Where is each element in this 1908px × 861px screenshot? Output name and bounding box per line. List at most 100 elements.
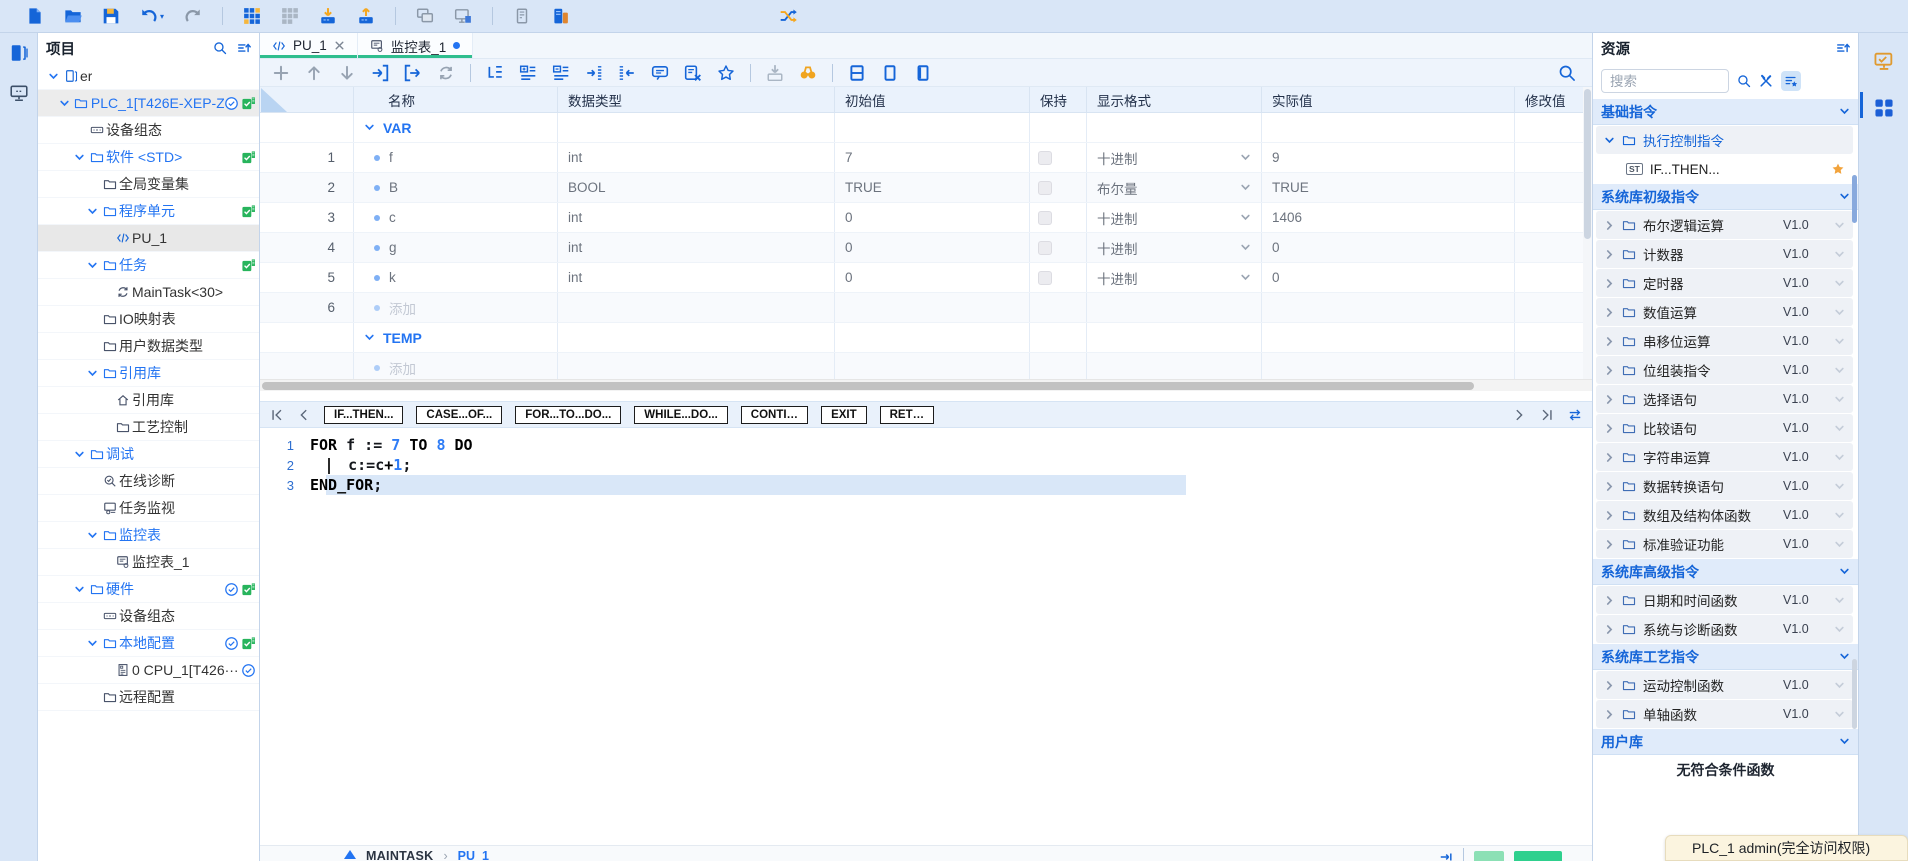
- format-select[interactable]: 十进制: [1097, 238, 1138, 258]
- undo-icon[interactable]: ▾: [140, 7, 164, 25]
- tree-item[interactable]: 本地配置: [38, 630, 259, 657]
- previous-icon[interactable]: [297, 408, 311, 422]
- tab-pu_1[interactable]: PU_1: [260, 33, 358, 58]
- chevron-right-icon[interactable]: [1604, 336, 1615, 347]
- chevron-right-icon[interactable]: [1604, 539, 1615, 550]
- select-all-cell[interactable]: [260, 87, 354, 112]
- outdent-icon[interactable]: [618, 64, 636, 82]
- init-value-cell[interactable]: 0: [835, 233, 1030, 262]
- retain-checkbox[interactable]: [1038, 241, 1052, 255]
- code-line[interactable]: 2 c:=c+1;: [260, 455, 1592, 475]
- project-search-icon[interactable]: [213, 41, 227, 55]
- tree-item[interactable]: 工艺控制: [38, 414, 259, 441]
- tree-item[interactable]: PLC_1[T426E-XEP-Z···: [38, 90, 259, 117]
- name-cell[interactable]: 添加: [354, 353, 558, 379]
- breadcrumb-program[interactable]: PU_1: [458, 849, 489, 861]
- resource-item[interactable]: 日期和时间函数V1.0: [1596, 586, 1853, 614]
- last-page-icon[interactable]: [1540, 408, 1554, 422]
- clear-values-icon[interactable]: [684, 64, 702, 82]
- breadcrumb-task[interactable]: MAINTASK: [366, 849, 433, 861]
- chevron-down-icon[interactable]: [1839, 651, 1850, 662]
- tree-item[interactable]: 任务监视: [38, 495, 259, 522]
- chevron-right-icon[interactable]: [1604, 624, 1615, 635]
- modify-value-cell[interactable]: [1515, 263, 1592, 292]
- collapse-all-icon[interactable]: [552, 64, 570, 82]
- code-line[interactable]: 3END_FOR;: [260, 475, 1592, 495]
- scrollbar-thumb[interactable]: [262, 382, 1474, 390]
- retain-checkbox[interactable]: [1038, 151, 1052, 165]
- table-row[interactable]: 2BBOOLTRUE布尔量TRUE: [260, 173, 1592, 203]
- comment-icon[interactable]: [651, 64, 669, 82]
- expand-panel-icon[interactable]: [344, 850, 356, 859]
- chevron-right-icon[interactable]: [1604, 595, 1615, 606]
- format-select[interactable]: 十进制: [1097, 148, 1138, 168]
- tree-item[interactable]: 引用库: [38, 387, 259, 414]
- chevron-down-icon[interactable]: [1834, 423, 1845, 434]
- snippet-button[interactable]: EXIT: [821, 406, 867, 424]
- chevron-right-icon[interactable]: [1604, 452, 1615, 463]
- snippet-button[interactable]: CASE...OF...: [416, 406, 502, 424]
- chevron-down-icon[interactable]: [1839, 106, 1850, 117]
- tree-item[interactable]: 硬件: [38, 576, 259, 603]
- format-select[interactable]: 布尔量: [1097, 178, 1138, 198]
- modify-value-cell[interactable]: [1515, 143, 1592, 172]
- resources-sort-icon[interactable]: [1836, 41, 1850, 55]
- table-group-row[interactable]: TEMP: [260, 323, 1592, 353]
- scrollbar-thumb[interactable]: [1584, 89, 1591, 239]
- goto-code-icon[interactable]: [486, 64, 504, 82]
- chevron-right-icon[interactable]: [1604, 510, 1615, 521]
- tree-item[interactable]: 监控表: [38, 522, 259, 549]
- favorite-star-icon[interactable]: [1831, 162, 1845, 176]
- chevron-right-icon[interactable]: [1604, 709, 1615, 720]
- chevron-down-icon[interactable]: [1240, 152, 1251, 163]
- chevron-down-icon[interactable]: [1834, 709, 1845, 720]
- chevron-down-icon[interactable]: [1834, 452, 1845, 463]
- resource-item[interactable]: 数组及结构体函数V1.0: [1596, 501, 1853, 529]
- chevron-down-icon[interactable]: [1839, 566, 1850, 577]
- resource-item[interactable]: 定时器V1.0: [1596, 269, 1853, 297]
- table-row[interactable]: 6添加: [260, 293, 1592, 323]
- name-cell[interactable]: k: [354, 263, 558, 292]
- modify-value-cell[interactable]: [1515, 173, 1592, 202]
- chevron-down-icon[interactable]: [1604, 135, 1615, 146]
- tree-item[interactable]: 在线诊断: [38, 468, 259, 495]
- chevron-right-icon[interactable]: [1604, 365, 1615, 376]
- first-page-icon[interactable]: [270, 408, 284, 422]
- chevron-down-icon[interactable]: [1834, 624, 1845, 635]
- tree-expander-icon[interactable]: [72, 152, 87, 163]
- tree-expander-icon[interactable]: [72, 584, 87, 595]
- modify-value-cell[interactable]: [1515, 293, 1592, 322]
- tree-expander-icon[interactable]: [85, 530, 100, 541]
- resources-tools-icon[interactable]: [1759, 74, 1773, 88]
- export-icon[interactable]: [404, 64, 422, 82]
- chevron-down-icon[interactable]: [1839, 191, 1850, 202]
- import-icon[interactable]: [371, 64, 389, 82]
- chevron-down-icon[interactable]: [1834, 249, 1845, 260]
- chevron-right-icon[interactable]: [1604, 278, 1615, 289]
- monitor-values-icon[interactable]: [799, 64, 817, 82]
- resource-item[interactable]: 比较语句V1.0: [1596, 414, 1853, 442]
- open-project-icon[interactable]: [64, 7, 82, 25]
- name-cell[interactable]: c: [354, 203, 558, 232]
- snippet-button[interactable]: CONTI…: [741, 406, 808, 424]
- resource-item[interactable]: 布尔逻辑运算V1.0: [1596, 211, 1853, 239]
- init-value-cell[interactable]: 0: [835, 263, 1030, 292]
- type-cell[interactable]: [558, 353, 835, 379]
- init-value-cell[interactable]: 0: [835, 203, 1030, 232]
- table-row[interactable]: 3cint0十进制1406: [260, 203, 1592, 233]
- chevron-down-icon[interactable]: [1834, 394, 1845, 405]
- tree-item[interactable]: 调试: [38, 441, 259, 468]
- chevron-down-icon[interactable]: [1240, 272, 1251, 283]
- resource-section-header[interactable]: 系统库高级指令: [1593, 559, 1858, 585]
- snippet-button[interactable]: RET…: [880, 406, 935, 424]
- chevron-down-icon[interactable]: [1834, 595, 1845, 606]
- table-row[interactable]: 添加: [260, 353, 1592, 379]
- tree-expander-icon[interactable]: [85, 368, 100, 379]
- name-cell[interactable]: 添加: [354, 293, 558, 322]
- resource-folder-item[interactable]: 执行控制指令: [1596, 126, 1853, 154]
- tree-expander-icon[interactable]: [57, 98, 72, 109]
- window-frame-icon[interactable]: [914, 64, 932, 82]
- table-vertical-scrollbar[interactable]: [1583, 87, 1592, 379]
- library-grid-icon[interactable]: [243, 7, 261, 25]
- resources-scrollbar-thumb[interactable]: [1852, 659, 1857, 729]
